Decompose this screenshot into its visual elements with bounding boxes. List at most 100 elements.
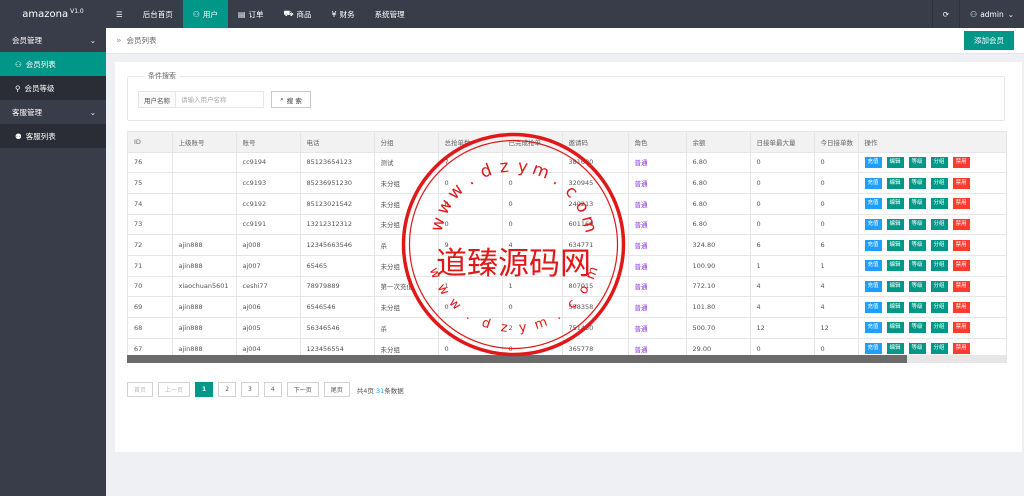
topnav-home[interactable]: 后台首页: [133, 0, 183, 28]
edit-button[interactable]: 编辑: [886, 177, 904, 189]
disable-button[interactable]: 禁用: [952, 280, 970, 292]
edit-button[interactable]: 编辑: [886, 218, 904, 230]
search-input[interactable]: [176, 91, 264, 108]
disable-button[interactable]: 禁用: [952, 260, 970, 272]
scrollbar-thumb[interactable]: [127, 355, 907, 363]
user-menu[interactable]: ⚇ admin ⌄: [959, 0, 1024, 28]
page-last-button[interactable]: 尾页: [323, 382, 350, 397]
column-header: 上级账号: [172, 132, 237, 153]
page-next-button[interactable]: 下一页: [286, 382, 319, 397]
disable-button[interactable]: 禁用: [952, 239, 970, 251]
page-number-button[interactable]: 1: [195, 382, 214, 397]
table-row: 71 ajin888 aj007 65465 未分组 普通 100.90 1 1 充值 编辑 等级 分组…: [128, 255, 1006, 277]
edit-button[interactable]: 编辑: [886, 343, 904, 355]
edit-button[interactable]: 编辑: [886, 280, 904, 292]
disable-button[interactable]: 禁用: [952, 198, 970, 210]
topnav-products[interactable]: ⛟ 商品: [273, 0, 321, 28]
level-button[interactable]: 等级: [908, 301, 926, 313]
table-cell: 4: [750, 276, 815, 298]
disable-button[interactable]: 禁用: [952, 322, 970, 334]
level-button[interactable]: 等级: [908, 343, 926, 355]
table-cell: 4: [814, 276, 859, 298]
sidebar-item-service-list[interactable]: ⚉ 客服列表: [0, 124, 106, 148]
table-cell: 0: [502, 296, 563, 318]
sidebar-group-members[interactable]: 会员管理 ⌄: [0, 28, 106, 52]
page-number-button[interactable]: 2: [218, 382, 237, 397]
topnav-finance[interactable]: ¥ 财务: [322, 0, 365, 28]
topnav-orders[interactable]: ▤ 订单: [228, 0, 274, 28]
recharge-button[interactable]: 充值: [864, 239, 882, 251]
page-first-button[interactable]: 首页: [127, 382, 154, 397]
level-button[interactable]: 等级: [908, 198, 926, 210]
group-button[interactable]: 分组: [930, 198, 948, 210]
app-root: amazona V1.0 ☰ 后台首页 ⚇ 用户 ▤ 订单 ⛟ 商品 ¥ 财务 系统管理 …: [0, 0, 1024, 496]
page-number-button[interactable]: 4: [263, 382, 282, 397]
recharge-button[interactable]: 充值: [864, 280, 882, 292]
horizontal-scrollbar[interactable]: [127, 355, 1007, 363]
disable-button[interactable]: 禁用: [952, 218, 970, 230]
disable-button[interactable]: 禁用: [952, 343, 970, 355]
group-button[interactable]: 分组: [930, 218, 948, 230]
disable-button[interactable]: 禁用: [952, 156, 970, 168]
sidebar-group-service[interactable]: 客服管理 ⌄: [0, 100, 106, 124]
recharge-button[interactable]: 充值: [864, 322, 882, 334]
table-cell: 2: [502, 317, 563, 339]
recharge-button[interactable]: 充值: [864, 343, 882, 355]
recharge-button[interactable]: 充值: [864, 301, 882, 313]
disable-button[interactable]: 禁用: [952, 177, 970, 189]
table-cell: 85123021542: [300, 193, 375, 215]
table-row: 69 ajin888 aj006 6546546 未分组 0 0 598358 普通 101.80…: [128, 296, 1006, 318]
group-button[interactable]: 分组: [930, 260, 948, 272]
table-cell: xiaochuan5601: [172, 276, 237, 298]
table-cell: 68: [128, 317, 173, 339]
level-button[interactable]: 等级: [908, 260, 926, 272]
page-number-button[interactable]: 3: [241, 382, 259, 397]
actions-cell: 充值 编辑 等级 分组 禁用: [858, 317, 1006, 339]
table-cell: 12: [750, 317, 815, 339]
group-button[interactable]: 分组: [930, 301, 948, 313]
refresh-icon[interactable]: ⟳: [931, 0, 959, 28]
level-button[interactable]: 等级: [908, 322, 926, 334]
level-button[interactable]: 等级: [908, 239, 926, 251]
group-button[interactable]: 分组: [930, 322, 948, 334]
edit-button[interactable]: 编辑: [886, 260, 904, 272]
level-button[interactable]: 等级: [908, 156, 926, 168]
table-cell: 0: [750, 152, 815, 174]
recharge-button[interactable]: 充值: [864, 177, 882, 189]
group-button[interactable]: 分组: [930, 156, 948, 168]
group-button[interactable]: 分组: [930, 177, 948, 189]
edit-button[interactable]: 编辑: [886, 322, 904, 334]
edit-button[interactable]: 编辑: [886, 156, 904, 168]
topnav-system[interactable]: 系统管理: [365, 0, 415, 28]
recharge-button[interactable]: 充值: [864, 260, 882, 272]
group-button[interactable]: 分组: [930, 280, 948, 292]
add-member-button[interactable]: 添加会员: [964, 31, 1014, 50]
level-button[interactable]: 等级: [908, 218, 926, 230]
row-actions: 充值 编辑 等级 分组 禁用: [864, 280, 1002, 292]
recharge-button[interactable]: 充值: [864, 156, 882, 168]
table-cell: 6.80: [686, 152, 751, 174]
page-prev-button[interactable]: 上一页: [158, 382, 191, 397]
sidebar-item-member-level[interactable]: ⚲ 会员等级: [0, 76, 106, 100]
edit-button[interactable]: 编辑: [886, 239, 904, 251]
table-cell: 普通: [628, 193, 687, 215]
recharge-button[interactable]: 充值: [864, 198, 882, 210]
topnav-user[interactable]: ⚇ 用户: [182, 0, 228, 28]
edit-button[interactable]: 编辑: [886, 198, 904, 210]
hamburger-icon[interactable]: ☰: [106, 0, 133, 28]
table-cell: ajin888: [172, 296, 237, 318]
edit-button[interactable]: 编辑: [886, 301, 904, 313]
recharge-button[interactable]: 充值: [864, 218, 882, 230]
table-cell: 未分组: [374, 255, 439, 277]
group-button[interactable]: 分组: [930, 239, 948, 251]
table-cell: 13212312312: [300, 214, 375, 236]
level-button[interactable]: 等级: [908, 177, 926, 189]
table-cell: 74: [128, 193, 173, 215]
table-cell: ajin888: [172, 234, 237, 256]
disable-button[interactable]: 禁用: [952, 301, 970, 313]
level-button[interactable]: 等级: [908, 280, 926, 292]
search-button[interactable]: ⌕ 搜 索: [271, 91, 311, 108]
group-button[interactable]: 分组: [930, 343, 948, 355]
column-header: 总抢单数: [438, 132, 503, 153]
sidebar-item-member-list[interactable]: ⚇ 会员列表: [0, 52, 106, 76]
